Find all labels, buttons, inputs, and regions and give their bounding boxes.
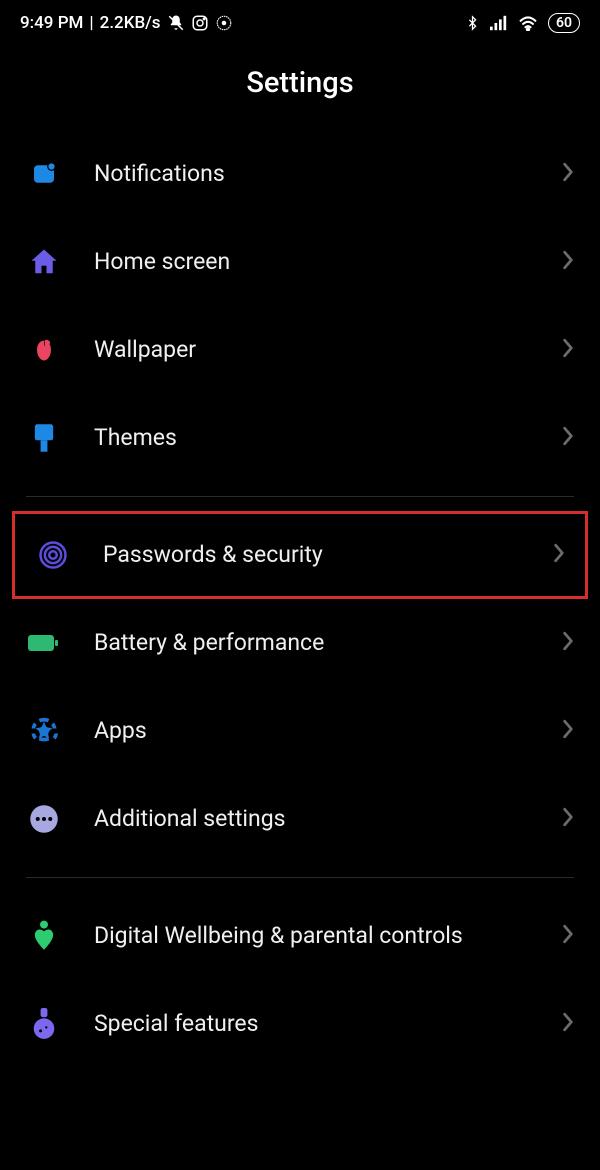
settings-item-label: Notifications bbox=[94, 159, 530, 189]
settings-item-home-screen[interactable]: Home screen bbox=[6, 218, 594, 306]
settings-item-battery-performance[interactable]: Battery & performance bbox=[6, 599, 594, 687]
settings-item-additional-settings[interactable]: Additional settings bbox=[6, 775, 594, 863]
status-sep: | bbox=[89, 13, 93, 33]
wallpaper-icon bbox=[26, 332, 62, 368]
status-right: 60 bbox=[465, 13, 580, 33]
settings-item-label: Digital Wellbeing & parental controls bbox=[94, 921, 530, 951]
more-icon bbox=[26, 801, 62, 837]
settings-item-digital-wellbeing[interactable]: Digital Wellbeing & parental controls bbox=[6, 892, 594, 980]
chevron-right-icon bbox=[562, 719, 574, 743]
chevron-right-icon bbox=[562, 338, 574, 362]
settings-item-special-features[interactable]: Special features bbox=[6, 980, 594, 1068]
settings-item-label: Home screen bbox=[94, 247, 530, 277]
settings-item-label: Battery & performance bbox=[94, 628, 530, 658]
divider bbox=[26, 877, 574, 878]
battery-icon bbox=[26, 625, 62, 661]
settings-item-label: Wallpaper bbox=[94, 335, 530, 365]
notifications-icon bbox=[26, 156, 62, 192]
chevron-right-icon bbox=[562, 162, 574, 186]
settings-list: Notifications Home screen Wallpaper Themes P… bbox=[0, 130, 600, 1068]
status-speed: 2.2KB/s bbox=[100, 13, 161, 33]
settings-item-themes[interactable]: Themes bbox=[6, 394, 594, 482]
chevron-right-icon bbox=[562, 1012, 574, 1036]
chevron-right-icon bbox=[553, 543, 565, 567]
settings-item-label: Special features bbox=[94, 1009, 530, 1039]
settings-item-label: Additional settings bbox=[94, 804, 530, 834]
settings-item-apps[interactable]: Apps bbox=[6, 687, 594, 775]
bluetooth-icon bbox=[465, 14, 480, 32]
wellbeing-icon bbox=[26, 918, 62, 954]
settings-item-notifications[interactable]: Notifications bbox=[6, 130, 594, 218]
status-time: 9:49 PM bbox=[20, 13, 83, 33]
battery-indicator: 60 bbox=[548, 13, 580, 33]
settings-item-label: Apps bbox=[94, 716, 530, 746]
signal-icon bbox=[490, 15, 508, 31]
mute-icon bbox=[167, 14, 185, 32]
home-icon bbox=[26, 244, 62, 280]
page-title: Settings bbox=[0, 46, 600, 130]
status-left: 9:49 PM | 2.2KB/s bbox=[20, 13, 233, 33]
chevron-right-icon bbox=[562, 426, 574, 450]
settings-item-passwords-security[interactable]: Passwords & security bbox=[12, 511, 588, 599]
apps-icon bbox=[26, 713, 62, 749]
chevron-right-icon bbox=[562, 250, 574, 274]
settings-item-label: Themes bbox=[94, 423, 530, 453]
app-icon bbox=[215, 14, 233, 32]
instagram-icon bbox=[191, 14, 209, 32]
themes-icon bbox=[26, 420, 62, 456]
wifi-icon bbox=[518, 15, 538, 31]
special-icon bbox=[26, 1006, 62, 1042]
settings-item-wallpaper[interactable]: Wallpaper bbox=[6, 306, 594, 394]
chevron-right-icon bbox=[562, 631, 574, 655]
chevron-right-icon bbox=[562, 807, 574, 831]
settings-item-label: Passwords & security bbox=[103, 540, 521, 570]
chevron-right-icon bbox=[562, 924, 574, 948]
divider bbox=[26, 496, 574, 497]
status-bar: 9:49 PM | 2.2KB/s 60 bbox=[0, 0, 600, 46]
fingerprint-icon bbox=[35, 537, 71, 573]
